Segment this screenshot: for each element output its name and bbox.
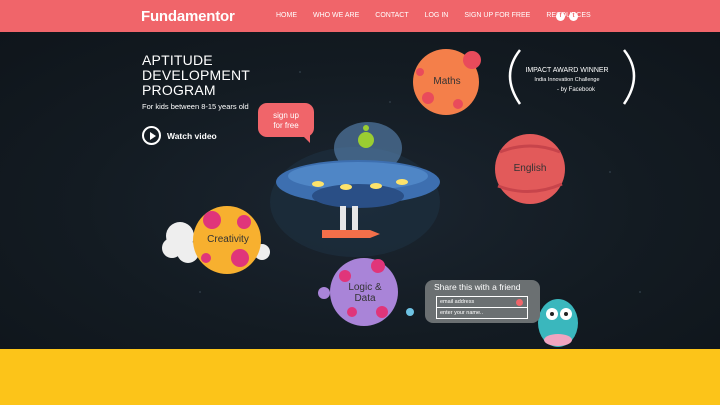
page-title: APTITUDE DEVELOPMENT PROGRAM bbox=[142, 53, 250, 98]
nav-who-we-are[interactable]: WHO WE ARE bbox=[313, 12, 359, 19]
award-title: IMPACT AWARD WINNER bbox=[525, 67, 609, 74]
logic-line-1: Logic & bbox=[348, 282, 382, 293]
logic-line-2: Data bbox=[354, 293, 376, 304]
award-by: - by Facebook bbox=[556, 87, 596, 93]
top-nav: Fundamentor HOME WHO WE ARE CONTACT LOG … bbox=[0, 0, 720, 32]
name-field[interactable] bbox=[436, 307, 528, 319]
email-field[interactable] bbox=[437, 297, 527, 307]
signup-line-2: for free bbox=[273, 121, 299, 130]
page-subtitle: For kids between 8-15 years old bbox=[142, 102, 249, 111]
nav-sign-up[interactable]: SIGN UP FOR FREE bbox=[464, 12, 530, 19]
watch-video-button[interactable]: Watch video bbox=[142, 126, 217, 145]
logo[interactable]: Fundamentor bbox=[141, 8, 235, 25]
signup-line-1: sign up bbox=[273, 111, 299, 120]
watch-video-label: Watch video bbox=[167, 130, 217, 141]
award-subtitle: India Innovation Challenge bbox=[534, 77, 600, 83]
facebook-icon[interactable]: f bbox=[556, 12, 565, 21]
bottom-band bbox=[0, 349, 720, 405]
signup-bubble-button[interactable]: sign up for free bbox=[258, 103, 314, 143]
share-title: Share this with a friend bbox=[434, 282, 521, 292]
nav-home[interactable]: HOME bbox=[276, 12, 297, 19]
submit-check-icon[interactable] bbox=[516, 299, 523, 306]
share-panel: Share this with a friend bbox=[425, 280, 540, 323]
english-label[interactable]: English bbox=[508, 163, 552, 174]
nav-contact[interactable]: CONTACT bbox=[375, 12, 408, 19]
award-badge: IMPACT AWARD WINNER India Innovation Cha… bbox=[497, 47, 637, 107]
logic-data-label[interactable]: Logic & Data bbox=[340, 282, 390, 304]
title-line-3: PROGRAM bbox=[142, 82, 216, 98]
play-icon[interactable] bbox=[142, 126, 161, 145]
title-line-2: DEVELOPMENT bbox=[142, 67, 250, 83]
creativity-label[interactable]: Creativity bbox=[202, 234, 254, 245]
nav-log-in[interactable]: LOG IN bbox=[425, 12, 449, 19]
title-line-1: APTITUDE bbox=[142, 52, 213, 68]
maths-label[interactable]: Maths bbox=[430, 76, 464, 87]
twitter-icon[interactable]: t bbox=[569, 12, 578, 21]
